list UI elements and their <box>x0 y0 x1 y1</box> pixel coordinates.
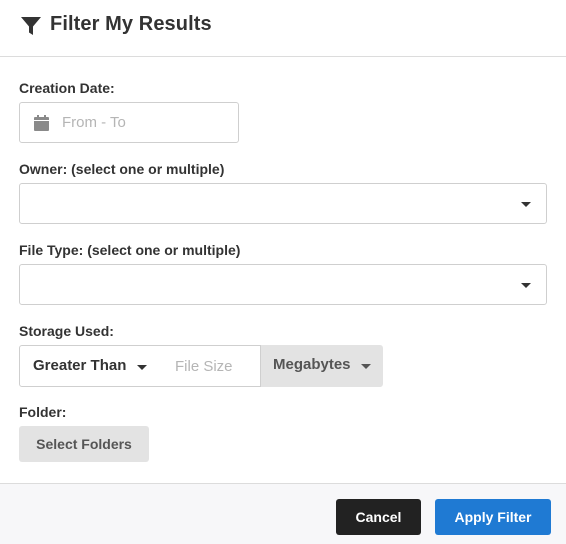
storage-unit-select[interactable]: Megabytes <box>261 345 383 387</box>
file-type-label: File Type: (select one or multiple) <box>19 242 241 258</box>
file-type-select[interactable] <box>19 264 547 305</box>
filter-icon <box>20 15 42 37</box>
folder-label: Folder: <box>19 404 67 420</box>
calendar-icon <box>34 115 49 131</box>
select-folders-button[interactable]: Select Folders <box>19 426 149 462</box>
storage-operator-select[interactable]: Greater Than <box>19 345 160 387</box>
storage-unit-value: Megabytes <box>273 356 351 373</box>
chevron-down-icon <box>521 202 531 207</box>
creation-date-label: Creation Date: <box>19 80 115 96</box>
dialog-footer: Cancel Apply Filter <box>0 483 566 544</box>
file-size-input[interactable] <box>159 346 260 386</box>
owner-label: Owner: (select one or multiple) <box>19 161 225 177</box>
storage-operator-value: Greater Than <box>33 357 127 374</box>
apply-filter-button[interactable]: Apply Filter <box>435 499 551 535</box>
storage-used-label: Storage Used: <box>19 323 114 339</box>
creation-date-field[interactable] <box>19 102 239 143</box>
chevron-down-icon <box>521 283 531 288</box>
dialog-title: Filter My Results <box>50 13 212 35</box>
file-size-field[interactable] <box>159 345 261 387</box>
chevron-down-icon <box>137 365 147 370</box>
cancel-button[interactable]: Cancel <box>336 499 421 535</box>
chevron-down-icon <box>361 364 371 369</box>
filter-dialog: Filter My Results Creation Date: Owner: … <box>0 0 566 544</box>
dialog-header: Filter My Results <box>0 0 566 57</box>
creation-date-input[interactable] <box>60 103 230 142</box>
owner-select[interactable] <box>19 183 547 224</box>
